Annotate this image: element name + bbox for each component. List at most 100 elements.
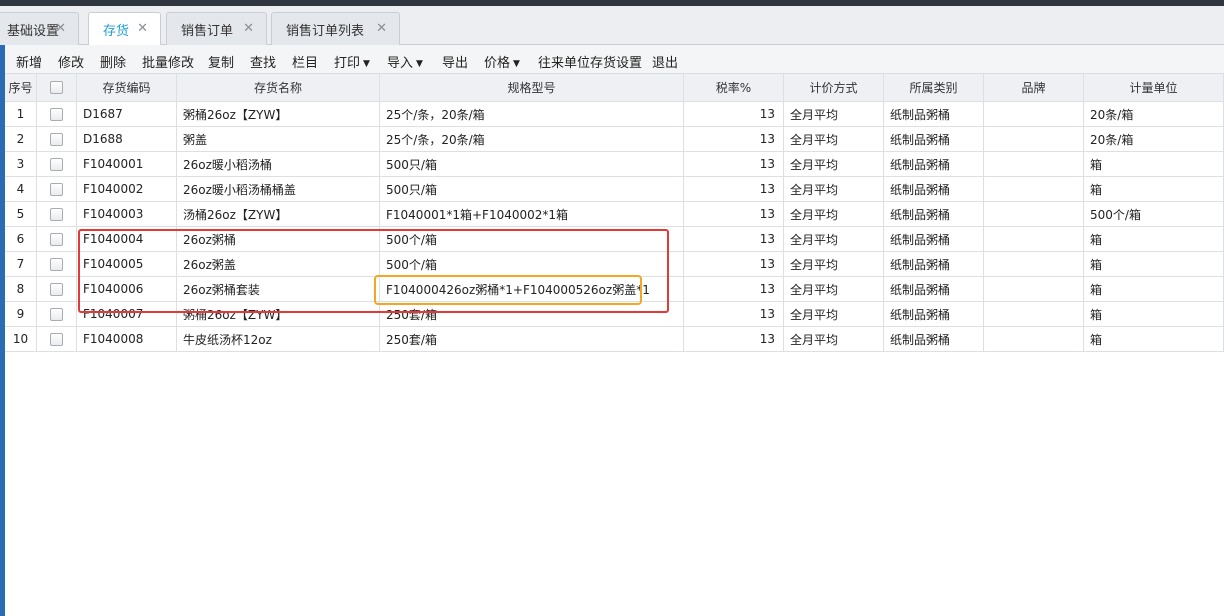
table-row[interactable]: 2 D1688 粥盖 25个/条，20条/箱 13 全月平均 纸制品粥桶 20条/箱 (5, 127, 1224, 152)
columns-button[interactable]: 栏目 (292, 52, 318, 71)
cell-row-number: 1 (5, 102, 37, 127)
print-dropdown[interactable]: 打印 ▼ (334, 52, 370, 71)
cell-unit: 箱 (1084, 227, 1224, 252)
cell-row-number: 8 (5, 277, 37, 302)
toolbar: 新增 修改 删除 批量修改 复制 查找 栏目 打印 ▼ 导入 ▼ 导出 价格 ▼ 往来… (5, 45, 1224, 74)
partner-inventory-settings-button[interactable]: 往来单位存货设置 (538, 52, 642, 71)
row-checkbox[interactable] (50, 157, 63, 171)
cell-tax-rate: 13 (684, 227, 784, 252)
cell-brand (984, 302, 1084, 327)
tab-basic-settings[interactable]: 基础设置 ✕ (0, 12, 79, 45)
cell-category: 纸制品粥桶 (884, 277, 984, 302)
cell-pricing-method: 全月平均 (784, 152, 884, 177)
close-icon[interactable]: ✕ (55, 21, 66, 36)
table-row[interactable]: 3 F1040001 26oz暖小稻汤桶 500只/箱 13 全月平均 纸制品粥桶 箱 (5, 152, 1224, 177)
tab-label: 销售订单 (181, 23, 234, 39)
cell-row-checkbox[interactable] (37, 102, 77, 127)
cell-category: 纸制品粥桶 (884, 102, 984, 127)
row-checkbox[interactable] (50, 182, 63, 196)
cell-row-checkbox[interactable] (37, 152, 77, 177)
column-header-category: 所属类别 (884, 74, 984, 102)
table-header-row: 序号 存货编码 存货名称 规格型号 税率% 计价方式 所属类别 品牌 计量单位 (5, 74, 1224, 102)
chevron-down-icon: ▼ (513, 59, 520, 69)
cell-inventory-name: 26oz暖小稻汤桶 (177, 152, 380, 177)
cell-pricing-method: 全月平均 (784, 302, 884, 327)
row-checkbox[interactable] (50, 107, 63, 121)
copy-button[interactable]: 复制 (208, 52, 234, 71)
cell-brand (984, 252, 1084, 277)
cell-brand (984, 177, 1084, 202)
price-dropdown[interactable]: 价格 ▼ (484, 52, 520, 71)
add-button[interactable]: 新增 (16, 52, 42, 71)
inventory-grid: 序号 存货编码 存货名称 规格型号 税率% 计价方式 所属类别 品牌 计量单位 1 D1687 粥桶2… (5, 74, 1224, 616)
find-button[interactable]: 查找 (250, 52, 276, 71)
cell-inventory-name: 牛皮纸汤杯12oz (177, 327, 380, 352)
row-checkbox[interactable] (50, 232, 63, 246)
cell-pricing-method: 全月平均 (784, 127, 884, 152)
batch-edit-button[interactable]: 批量修改 (142, 52, 194, 71)
select-all-checkbox[interactable] (50, 81, 63, 94)
table-row[interactable]: 4 F1040002 26oz暖小稻汤桶桶盖 500只/箱 13 全月平均 纸制品粥桶 箱 (5, 177, 1224, 202)
cell-row-number: 4 (5, 177, 37, 202)
tab-sales-order[interactable]: 销售订单 ✕ (166, 12, 267, 45)
cell-row-number: 3 (5, 152, 37, 177)
cell-unit: 箱 (1084, 152, 1224, 177)
cell-pricing-method: 全月平均 (784, 327, 884, 352)
table-row[interactable]: 10 F1040008 牛皮纸汤杯12oz 250套/箱 13 全月平均 纸制品粥桶 箱 (5, 327, 1224, 352)
import-dropdown[interactable]: 导入 ▼ (387, 52, 423, 71)
cell-unit: 箱 (1084, 277, 1224, 302)
delete-button[interactable]: 删除 (100, 52, 126, 71)
column-header-unit: 计量单位 (1084, 74, 1224, 102)
cell-category: 纸制品粥桶 (884, 327, 984, 352)
exit-button[interactable]: 退出 (652, 52, 678, 71)
row-checkbox[interactable] (50, 307, 63, 321)
cell-row-checkbox[interactable] (37, 302, 77, 327)
edit-button[interactable]: 修改 (58, 52, 84, 71)
select-all-checkbox-cell[interactable] (37, 74, 77, 102)
tab-label: 存货 (103, 24, 130, 39)
chevron-down-icon: ▼ (416, 59, 423, 69)
cell-row-checkbox[interactable] (37, 202, 77, 227)
cell-row-checkbox[interactable] (37, 252, 77, 277)
orange-highlight-box (374, 275, 642, 305)
export-button[interactable]: 导出 (442, 52, 468, 71)
tab-sales-order-list[interactable]: 销售订单列表 ✕ (271, 12, 400, 45)
row-checkbox[interactable] (50, 282, 63, 296)
row-checkbox[interactable] (50, 332, 63, 346)
cell-row-number: 5 (5, 202, 37, 227)
cell-specification: 500只/箱 (380, 177, 684, 202)
close-icon[interactable]: ✕ (137, 21, 148, 36)
cell-category: 纸制品粥桶 (884, 152, 984, 177)
cell-inventory-name: 粥盖 (177, 127, 380, 152)
table-row[interactable]: 5 F1040003 汤桶26oz【ZYW】 F1040001*1箱+F1040002… (5, 202, 1224, 227)
import-label: 导入 (387, 56, 414, 71)
table-row[interactable]: 1 D1687 粥桶26oz【ZYW】 25个/条，20条/箱 13 全月平均 纸制品粥桶 2… (5, 102, 1224, 127)
column-header-inventory-code: 存货编码 (77, 74, 177, 102)
cell-brand (984, 152, 1084, 177)
cell-row-checkbox[interactable] (37, 277, 77, 302)
cell-tax-rate: 13 (684, 127, 784, 152)
tab-inventory[interactable]: 存货 ✕ (88, 12, 161, 46)
cell-inventory-code: F1040003 (77, 202, 177, 227)
column-header-specification: 规格型号 (380, 74, 684, 102)
cell-specification: F1040001*1箱+F1040002*1箱 (380, 202, 684, 227)
cell-category: 纸制品粥桶 (884, 202, 984, 227)
row-checkbox[interactable] (50, 257, 63, 271)
tab-label: 基础设置 (7, 23, 60, 39)
cell-tax-rate: 13 (684, 177, 784, 202)
cell-inventory-name: 粥桶26oz【ZYW】 (177, 102, 380, 127)
row-checkbox[interactable] (50, 132, 63, 146)
cell-row-checkbox[interactable] (37, 227, 77, 252)
close-icon[interactable]: ✕ (376, 21, 387, 36)
cell-row-number: 9 (5, 302, 37, 327)
cell-row-checkbox[interactable] (37, 127, 77, 152)
close-icon[interactable]: ✕ (243, 21, 254, 36)
cell-row-checkbox[interactable] (37, 177, 77, 202)
cell-inventory-code: F1040008 (77, 327, 177, 352)
cell-inventory-name: 26oz暖小稻汤桶桶盖 (177, 177, 380, 202)
cell-row-checkbox[interactable] (37, 327, 77, 352)
cell-pricing-method: 全月平均 (784, 202, 884, 227)
row-checkbox[interactable] (50, 207, 63, 221)
column-header-pricing-method: 计价方式 (784, 74, 884, 102)
cell-category: 纸制品粥桶 (884, 127, 984, 152)
